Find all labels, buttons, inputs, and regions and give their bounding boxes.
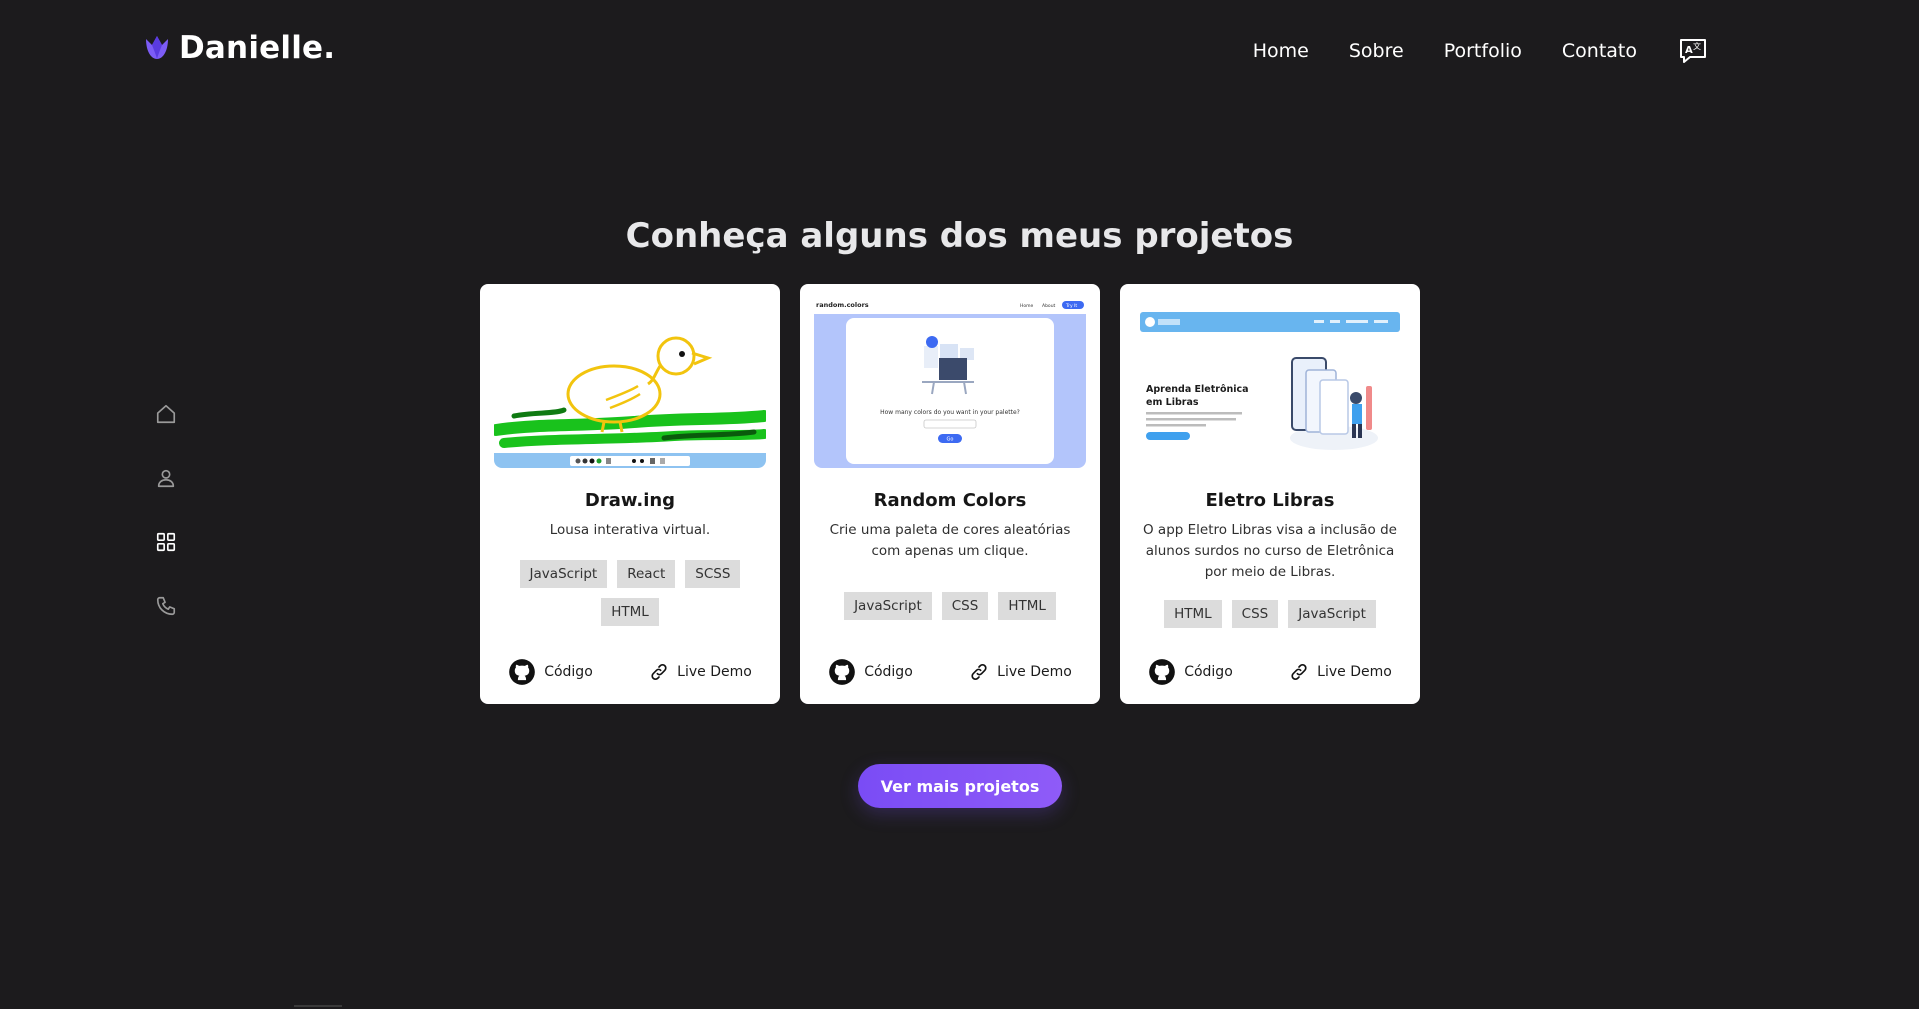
live-demo-link[interactable]: Live Demo xyxy=(1289,662,1392,682)
more-projects-button[interactable]: Ver mais projetos xyxy=(858,764,1062,808)
svg-text:random.colors: random.colors xyxy=(816,301,869,309)
project-cards: Draw.ing Lousa interativa virtual. JavaS… xyxy=(480,284,1420,704)
phone-icon xyxy=(156,596,176,616)
github-icon xyxy=(829,659,856,685)
code-link[interactable]: Código xyxy=(1148,658,1233,686)
live-demo-label: Live Demo xyxy=(1317,664,1392,680)
project-links: Código Live Demo xyxy=(1120,658,1420,686)
code-label: Código xyxy=(544,664,593,680)
sidenav-about[interactable] xyxy=(150,462,182,494)
grid-icon xyxy=(156,532,176,552)
eletro-libras-image: Aprenda Eletrônica em Libras xyxy=(1134,298,1406,468)
sidenav-contact[interactable] xyxy=(150,590,182,622)
svg-text:文: 文 xyxy=(1693,41,1701,51)
svg-text:How many colors do you want in: How many colors do you want in your pale… xyxy=(880,409,1020,416)
github-icon xyxy=(509,659,536,685)
code-link[interactable]: Código xyxy=(828,658,913,686)
top-nav: Home Sobre Portfolio Contato A 文 xyxy=(1253,36,1709,66)
translate-icon: A 文 xyxy=(1680,39,1706,63)
tech-tag: CSS xyxy=(941,592,989,620)
project-links: Código Live Demo xyxy=(800,658,1100,686)
project-links: Código Live Demo xyxy=(480,658,780,686)
svg-text:em Libras: em Libras xyxy=(1146,397,1199,408)
tech-tags: JavaScript React SCSS HTML xyxy=(500,560,760,626)
live-demo-label: Live Demo xyxy=(677,664,752,680)
github-icon xyxy=(1149,659,1176,685)
link-icon xyxy=(971,663,987,681)
project-card: random.colors Home About Try It How many… xyxy=(800,284,1100,704)
section-title: Conheça alguns dos meus projetos xyxy=(625,216,1294,256)
brand-name: Danielle. xyxy=(179,30,336,66)
divider xyxy=(294,1005,342,1007)
nav-portfolio[interactable]: Portfolio xyxy=(1444,40,1522,62)
tech-tag: SCSS xyxy=(685,560,741,588)
logo[interactable]: Danielle. xyxy=(143,30,335,66)
project-card: Aprenda Eletrônica em Libras Eletro Libr… xyxy=(1120,284,1420,704)
svg-text:About: About xyxy=(1042,303,1056,309)
project-description: O app Eletro Libras visa a inclusão de a… xyxy=(1143,522,1397,580)
tech-tag: CSS xyxy=(1231,600,1279,628)
project-description: Crie uma paleta de cores aleatórias com … xyxy=(829,522,1071,559)
tech-tag: JavaScript xyxy=(519,560,608,588)
tech-tags: JavaScript CSS HTML xyxy=(820,592,1080,620)
side-nav xyxy=(150,398,182,654)
header: Danielle. Home Sobre Portfolio Contato A… xyxy=(0,0,1919,100)
tech-tag: HTML xyxy=(998,592,1056,620)
project-title: Random Colors xyxy=(873,490,1027,511)
svg-text:Aprenda Eletrônica: Aprenda Eletrônica xyxy=(1146,384,1249,395)
svg-text:Home: Home xyxy=(1020,303,1034,309)
svg-text:Try It: Try It xyxy=(1065,303,1077,309)
code-label: Código xyxy=(864,664,913,680)
tech-tags: HTML CSS JavaScript xyxy=(1140,600,1400,628)
drawing-app-image xyxy=(494,298,766,468)
link-icon xyxy=(651,663,667,681)
nav-home[interactable]: Home xyxy=(1253,40,1309,62)
random-colors-image: random.colors Home About Try It How many… xyxy=(814,298,1086,468)
project-title: Draw.ing xyxy=(584,490,676,511)
sidenav-home[interactable] xyxy=(150,398,182,430)
nav-sobre[interactable]: Sobre xyxy=(1349,40,1404,62)
tech-tag: JavaScript xyxy=(1288,600,1376,628)
project-title: Eletro Libras xyxy=(1205,490,1335,511)
code-link[interactable]: Código xyxy=(508,658,593,686)
tech-tag: JavaScript xyxy=(844,592,932,620)
svg-text:Go: Go xyxy=(947,437,954,443)
project-thumbnail: Aprenda Eletrônica em Libras xyxy=(1134,298,1406,468)
nav-contato[interactable]: Contato xyxy=(1562,40,1637,62)
live-demo-link[interactable]: Live Demo xyxy=(969,662,1072,682)
code-label: Código xyxy=(1184,664,1233,680)
live-demo-link[interactable]: Live Demo xyxy=(649,662,752,682)
home-icon xyxy=(156,404,176,424)
tulip-icon xyxy=(146,36,168,59)
project-description: Lousa interativa virtual. xyxy=(549,522,711,538)
tech-tag: HTML xyxy=(1164,600,1222,628)
user-icon xyxy=(157,469,175,488)
project-card: Draw.ing Lousa interativa virtual. JavaS… xyxy=(480,284,780,704)
sidenav-portfolio[interactable] xyxy=(150,526,182,558)
project-thumbnail xyxy=(494,298,766,468)
tech-tag: HTML xyxy=(601,598,659,626)
tech-tag: React xyxy=(617,560,676,588)
link-icon xyxy=(1291,663,1307,681)
svg-text:A: A xyxy=(1685,45,1693,56)
project-thumbnail: random.colors Home About Try It How many… xyxy=(814,298,1086,468)
live-demo-label: Live Demo xyxy=(997,664,1072,680)
language-button[interactable]: A 文 xyxy=(1677,36,1709,66)
